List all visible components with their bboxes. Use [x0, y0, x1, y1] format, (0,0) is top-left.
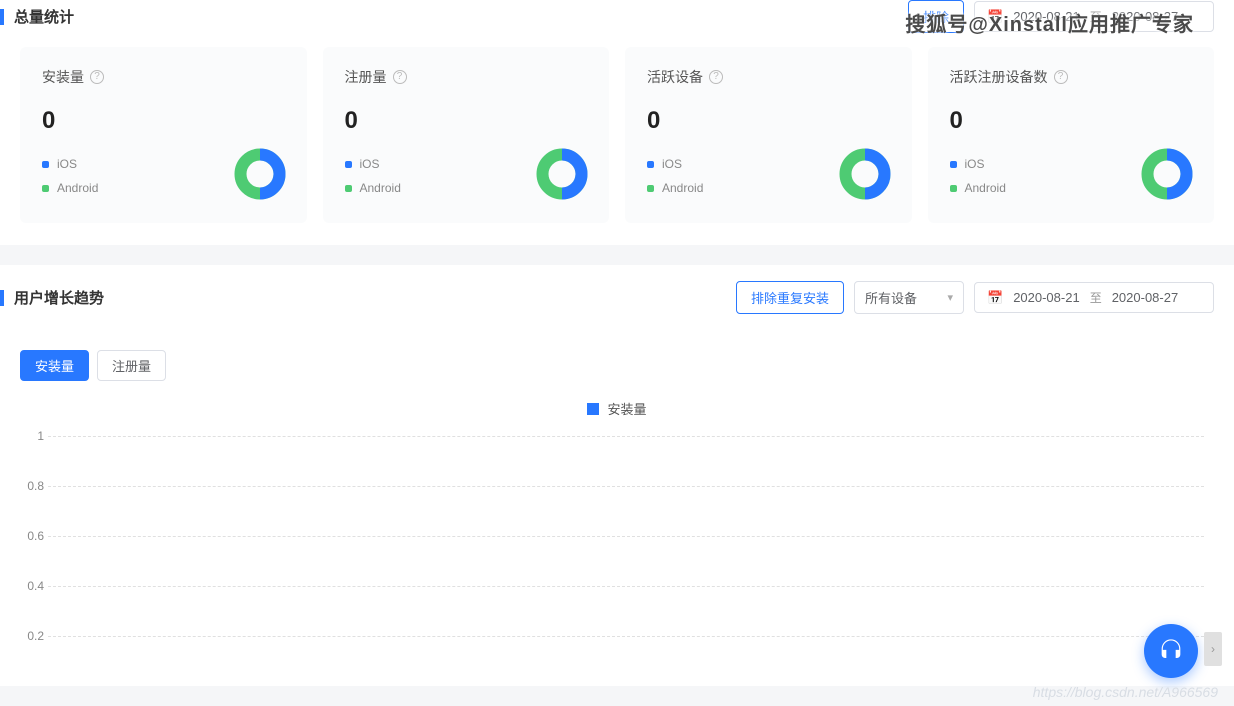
date-sep: 至 [1090, 8, 1102, 25]
trend-date-sep: 至 [1090, 289, 1102, 306]
stat-card-title-text: 活跃设备 [647, 67, 703, 87]
y-tick-label: 0.6 [20, 529, 44, 543]
chart-legend: 安装量 [20, 393, 1214, 436]
help-icon[interactable]: ? [90, 70, 104, 84]
headset-icon [1157, 637, 1185, 665]
legend-dot-android [345, 185, 352, 192]
date-start: 2020-08-21 [1013, 9, 1080, 24]
title-accent-bar [0, 9, 4, 25]
stat-card-title-text: 活跃注册设备数 [950, 67, 1048, 87]
gridline: 0.6 [48, 536, 1204, 537]
gridline: 1 [48, 436, 1204, 437]
stat-card-value: 0 [950, 107, 1193, 135]
legend-label: iOS [57, 157, 77, 171]
legend-dot-ios [647, 161, 654, 168]
exclude-duplicate-button[interactable]: 排除重复安装 [736, 281, 844, 314]
chevron-down-icon: ▾ [947, 291, 953, 304]
gridline: 0.4 [48, 586, 1204, 587]
stats-header: 总量统计 排除 📅 2020-08-21 至 2020-08-27 [0, 0, 1234, 47]
help-icon[interactable]: ? [1054, 70, 1068, 84]
stat-card-title: 安装量 ? [42, 67, 285, 87]
trend-date-end: 2020-08-27 [1112, 290, 1179, 305]
y-tick-label: 0.4 [20, 579, 44, 593]
tab-安装量[interactable]: 安装量 [20, 350, 89, 381]
legend-dot-android [950, 185, 957, 192]
stats-title-text: 总量统计 [14, 6, 74, 27]
exclude-button[interactable]: 排除 [908, 0, 964, 33]
chart-area: 安装量 1 0.8 0.6 0.4 0.2 [0, 381, 1234, 686]
gridline: 0.8 [48, 486, 1204, 487]
stat-card: 活跃注册设备数 ? 0 iOS Android [928, 47, 1215, 223]
chart-axis: 1 0.8 0.6 0.4 0.2 [48, 436, 1204, 676]
stats-header-controls: 排除 📅 2020-08-21 至 2020-08-27 [908, 0, 1214, 33]
pager-next[interactable]: › [1204, 632, 1222, 666]
calendar-icon: 📅 [987, 290, 1003, 306]
legend-label: Android [662, 181, 703, 195]
legend-dot-ios [42, 161, 49, 168]
stats-cards-row: 安装量 ? 0 iOS Android 注册量 ? 0 iOS [0, 47, 1234, 245]
stat-card-value: 0 [647, 107, 890, 135]
stat-card-title: 活跃设备 ? [647, 67, 890, 87]
legend-label: Android [965, 181, 1006, 195]
trend-date-start: 2020-08-21 [1013, 290, 1080, 305]
legend-label: Android [360, 181, 401, 195]
stat-card-title-text: 安装量 [42, 67, 84, 87]
date-end: 2020-08-27 [1112, 9, 1179, 24]
trend-header-controls: 排除重复安装 所有设备 ▾ 📅 2020-08-21 至 2020-08-27 [736, 281, 1214, 314]
trend-header: 用户增长趋势 排除重复安装 所有设备 ▾ 📅 2020-08-21 至 2020… [0, 265, 1234, 330]
stat-card-title: 注册量 ? [345, 67, 588, 87]
support-chat-button[interactable] [1144, 624, 1198, 678]
legend-dot-ios [950, 161, 957, 168]
stat-card-value: 0 [345, 107, 588, 135]
device-select[interactable]: 所有设备 ▾ [854, 281, 964, 314]
title-accent-bar [0, 290, 4, 306]
y-tick-label: 1 [20, 429, 44, 443]
stat-card-value: 0 [42, 107, 285, 135]
help-icon[interactable]: ? [709, 70, 723, 84]
stat-card: 注册量 ? 0 iOS Android [323, 47, 610, 223]
trend-tabs: 安装量注册量 [0, 330, 1234, 381]
section-gap [0, 245, 1234, 265]
legend-label: iOS [360, 157, 380, 171]
trend-title-text: 用户增长趋势 [14, 287, 104, 308]
tab-注册量[interactable]: 注册量 [97, 350, 166, 381]
legend-label: Android [57, 181, 98, 195]
trend-title: 用户增长趋势 [0, 287, 104, 308]
stat-card-title: 活跃注册设备数 ? [950, 67, 1193, 87]
help-icon[interactable]: ? [393, 70, 407, 84]
legend-label: iOS [662, 157, 682, 171]
legend-label: iOS [965, 157, 985, 171]
stat-card-title-text: 注册量 [345, 67, 387, 87]
legend-color-swatch [587, 403, 599, 415]
y-tick-label: 0.2 [20, 629, 44, 643]
calendar-icon: 📅 [987, 9, 1003, 25]
stat-card: 活跃设备 ? 0 iOS Android [625, 47, 912, 223]
chart-legend-label: 安装量 [607, 399, 646, 418]
legend-dot-ios [345, 161, 352, 168]
device-select-label: 所有设备 [865, 288, 917, 307]
stat-card: 安装量 ? 0 iOS Android [20, 47, 307, 223]
trend-date-range[interactable]: 📅 2020-08-21 至 2020-08-27 [974, 282, 1214, 313]
stats-date-range[interactable]: 📅 2020-08-21 至 2020-08-27 [974, 1, 1214, 32]
legend-dot-android [42, 185, 49, 192]
footer-watermark-url: https://blog.csdn.net/A966569 [1033, 684, 1218, 700]
legend-dot-android [647, 185, 654, 192]
y-tick-label: 0.8 [20, 479, 44, 493]
gridline: 0.2 [48, 636, 1204, 637]
stats-title: 总量统计 [0, 6, 74, 27]
trend-section: 用户增长趋势 排除重复安装 所有设备 ▾ 📅 2020-08-21 至 2020… [0, 265, 1234, 686]
